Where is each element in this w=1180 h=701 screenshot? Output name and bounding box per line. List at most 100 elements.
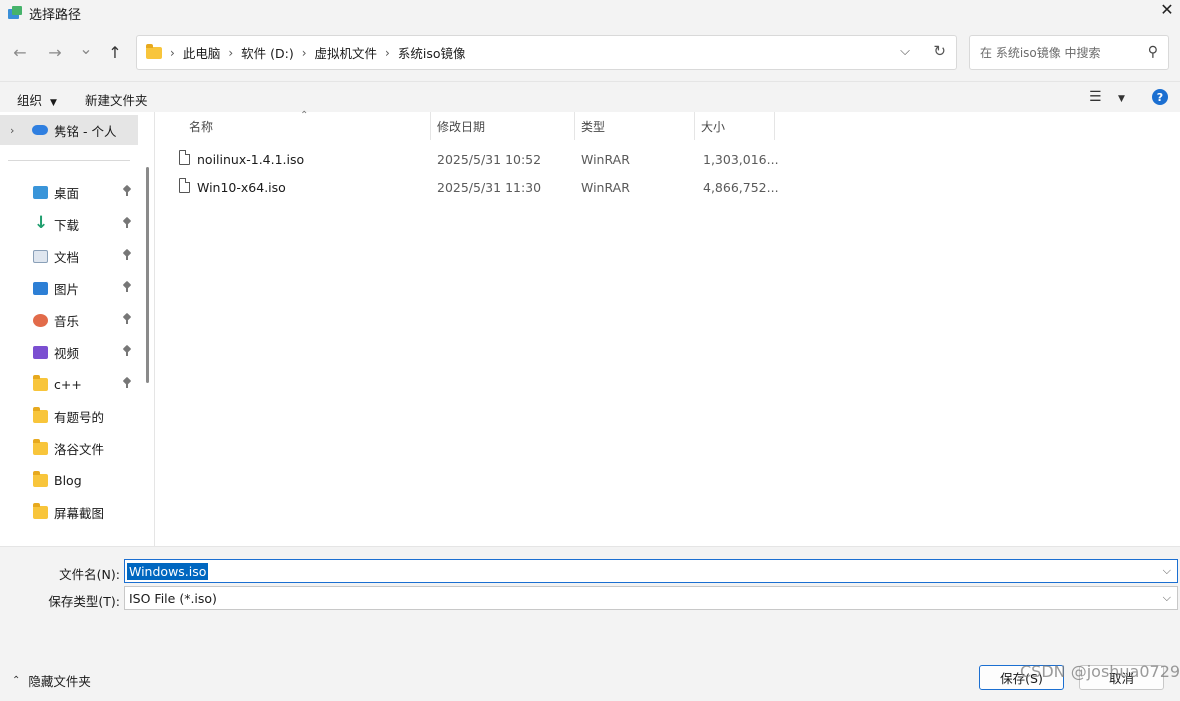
file-list: 名称 ⌃ 修改日期 类型 大小 noilinux-1.4.1.iso 2025/…	[156, 110, 1180, 546]
sidebar-item-blog[interactable]: Blog	[0, 466, 140, 494]
sidebar-item-cpp[interactable]: c++	[0, 370, 140, 398]
file-icon	[179, 150, 190, 165]
folder-icon	[33, 406, 48, 423]
save-options-pane: 文件名(N): Windows.iso ⌵ 保存类型(T): ISO File …	[0, 546, 1180, 701]
filetype-label: 保存类型(T):	[48, 594, 120, 609]
watermark-text: CSDN @joshua0729	[1020, 662, 1180, 681]
help-icon[interactable]: ?	[1152, 89, 1168, 105]
breadcrumb-vm-files[interactable]: 虚拟机文件	[315, 43, 378, 62]
address-history-chevron-icon[interactable]: ⌵	[900, 44, 910, 59]
hide-folders-button[interactable]: ⌃ 隐藏文件夹	[12, 671, 91, 690]
sidebar-item-label: 隽铭 - 个人	[54, 123, 117, 139]
sidebar-item-label: 文档	[54, 249, 80, 265]
new-folder-button[interactable]: 新建文件夹	[85, 90, 148, 109]
command-bar: 组织 ▼ 新建文件夹 ☰ ▼ ?	[0, 81, 1180, 112]
close-icon[interactable]: ✕	[1154, 0, 1180, 19]
folder-icon	[146, 43, 162, 59]
column-header-name[interactable]: 名称 ⌃	[156, 110, 431, 140]
pin-icon	[124, 378, 130, 388]
breadcrumb-drive-d[interactable]: 软件 (D:)	[241, 43, 294, 62]
search-input[interactable]: 在 系统iso镜像 中搜索	[980, 44, 1101, 61]
folder-icon	[33, 374, 48, 391]
file-date: 2025/5/31 10:52	[437, 152, 542, 167]
file-size: 4,866,752...	[703, 180, 779, 195]
window-title: 选择路径	[29, 7, 82, 23]
sidebar-item-label: 屏幕截图	[54, 505, 105, 521]
desktop-icon	[33, 185, 48, 199]
sort-up-icon: ⌃	[300, 110, 309, 121]
folder-icon	[33, 470, 48, 487]
breadcrumb-iso-folder[interactable]: 系统iso镜像	[398, 43, 466, 62]
caret-down-icon: ▼	[1118, 94, 1125, 104]
sidebar-item-numbered-problems[interactable]: 有题号的	[0, 402, 140, 430]
breadcrumb-this-pc[interactable]: 此电脑	[183, 43, 221, 62]
download-icon	[33, 213, 48, 233]
forward-arrow-icon[interactable]: →	[43, 40, 67, 64]
sidebar-item-label: 图片	[54, 281, 80, 297]
sidebar-item-label: 有题号的	[54, 409, 105, 425]
file-type: WinRAR	[581, 180, 630, 195]
column-header-size[interactable]: 大小	[695, 112, 775, 140]
sidebar-divider	[8, 160, 130, 161]
file-size: 1,303,016...	[703, 152, 779, 167]
chevron-up-icon: ⌃	[12, 675, 21, 686]
file-name: Win10-x64.iso	[197, 180, 286, 195]
list-view-icon: ☰	[1089, 89, 1102, 105]
back-arrow-icon[interactable]: ←	[8, 40, 32, 64]
sidebar-item-label: 桌面	[54, 185, 80, 201]
column-header-label: 修改日期	[437, 119, 486, 134]
table-row[interactable]: noilinux-1.4.1.iso 2025/5/31 10:52 WinRA…	[156, 145, 779, 173]
filename-field[interactable]: Windows.iso ⌵	[124, 559, 1178, 583]
search-icon[interactable]: ⚲	[1148, 44, 1158, 60]
navigation-bar: ← → ⌄ ↑ › 此电脑 › 软件 (D:) › 虚拟机文件 › 系统iso镜…	[0, 26, 1180, 81]
address-bar[interactable]: › 此电脑 › 软件 (D:) › 虚拟机文件 › 系统iso镜像 ⌵ ↻	[136, 35, 957, 70]
navigation-pane: › 隽铭 - 个人 桌面 下载 文档 图片 音乐 视频 c++	[0, 112, 155, 546]
sidebar-item-label: 视频	[54, 345, 80, 361]
column-header-date[interactable]: 修改日期	[431, 112, 575, 140]
table-row[interactable]: Win10-x64.iso 2025/5/31 11:30 WinRAR 4,8…	[156, 173, 779, 201]
pin-icon	[124, 250, 130, 260]
search-box[interactable]: 在 系统iso镜像 中搜索 ⚲	[969, 35, 1169, 70]
filetype-select[interactable]: ISO File (*.iso) ⌵	[124, 586, 1178, 610]
filetype-value: ISO File (*.iso)	[129, 590, 217, 606]
title-bar: 选择路径 ✕	[0, 0, 1180, 26]
caret-down-icon: ▼	[50, 98, 57, 108]
pin-icon	[124, 314, 130, 324]
sidebar-item-screenshots[interactable]: 屏幕截图	[0, 498, 140, 526]
pin-icon	[124, 186, 130, 196]
up-arrow-icon[interactable]: ↑	[103, 40, 127, 64]
chevron-down-icon[interactable]: ⌵	[1163, 591, 1171, 605]
sidebar-item-music[interactable]: 音乐	[0, 306, 140, 334]
sidebar-scrollbar[interactable]	[146, 167, 149, 383]
column-header-type[interactable]: 类型	[575, 112, 695, 140]
pictures-icon	[33, 281, 48, 295]
chevron-right-icon: ›	[228, 45, 234, 60]
chevron-down-icon[interactable]: ⌵	[1163, 564, 1171, 578]
recent-locations-chevron-icon[interactable]: ⌄	[74, 36, 98, 60]
pin-icon	[124, 218, 130, 228]
folder-icon	[33, 502, 48, 519]
hide-folders-label: 隐藏文件夹	[28, 674, 91, 689]
filename-label: 文件名(N):	[59, 567, 120, 582]
sidebar-item-luogu-files[interactable]: 洛谷文件	[0, 434, 140, 462]
video-icon	[33, 345, 48, 359]
refresh-icon[interactable]: ↻	[933, 42, 946, 60]
chevron-right-icon[interactable]: ›	[10, 124, 24, 137]
organize-button[interactable]: 组织 ▼	[17, 90, 57, 109]
sidebar-item-videos[interactable]: 视频	[0, 338, 140, 366]
filename-input[interactable]: Windows.iso	[127, 562, 209, 580]
sidebar-item-label: c++	[54, 376, 82, 392]
chevron-right-icon: ›	[385, 45, 390, 60]
sidebar-item-documents[interactable]: 文档	[0, 242, 140, 270]
sidebar-item-onedrive[interactable]: › 隽铭 - 个人	[0, 115, 138, 145]
sidebar-item-label: 音乐	[54, 313, 80, 329]
music-icon	[33, 313, 48, 327]
column-header-label: 名称	[189, 119, 214, 134]
file-type: WinRAR	[581, 152, 630, 167]
app-icon	[8, 6, 22, 20]
sidebar-item-downloads[interactable]: 下载	[0, 210, 140, 238]
chevron-right-icon: ›	[301, 45, 307, 60]
sidebar-item-pictures[interactable]: 图片	[0, 274, 140, 302]
view-options-button[interactable]: ☰ ▼	[1089, 89, 1125, 105]
sidebar-item-desktop[interactable]: 桌面	[0, 178, 140, 206]
